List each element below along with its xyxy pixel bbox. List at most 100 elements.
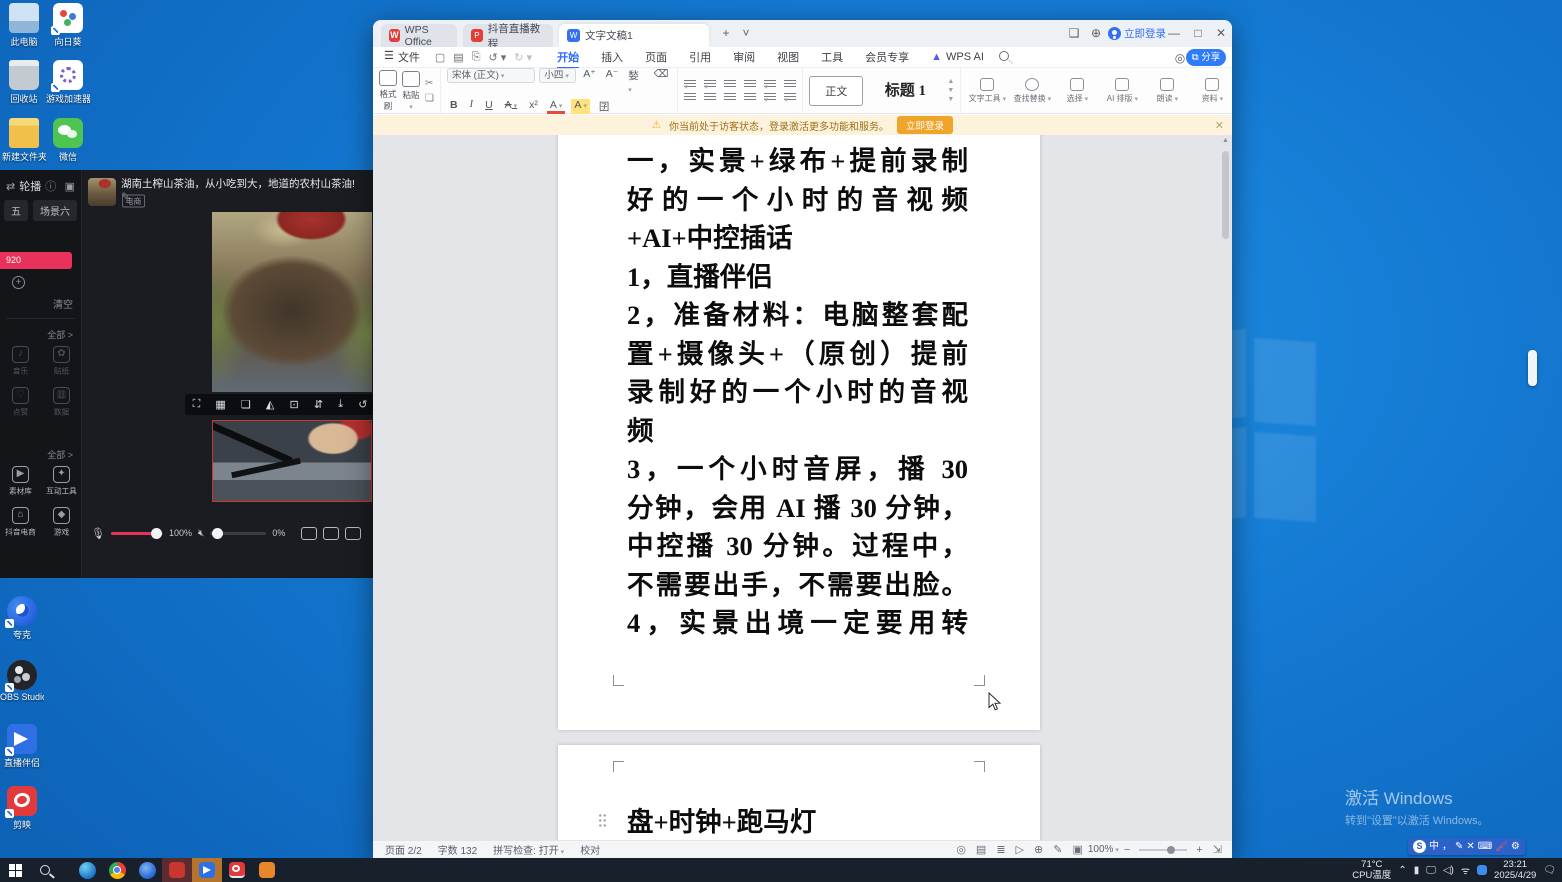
desktop-icon-recycle-bin[interactable]: 回收站 (2, 60, 46, 105)
vertical-scrollbar[interactable]: ▲ (1221, 137, 1230, 838)
new-tab-button[interactable]: + (717, 25, 735, 41)
video-preview-main[interactable] (212, 212, 372, 392)
clear-button[interactable]: 清空 (53, 296, 73, 311)
zoom-slider[interactable] (1139, 849, 1187, 851)
tool-media-library[interactable]: ▶素材库 (0, 466, 41, 497)
cut-icon[interactable]: ✂ (425, 78, 434, 89)
taskbar-red-app-active[interactable] (162, 858, 192, 882)
style-up-icon[interactable]: ▲ (947, 78, 954, 85)
notice-login-button[interactable]: 立即登录 (897, 116, 953, 134)
line-spacing-icon[interactable] (764, 93, 776, 102)
video-preview-selected[interactable] (212, 420, 372, 502)
bullet-list-icon[interactable] (684, 80, 696, 89)
clear-format-icon[interactable]: ⌫ (651, 68, 672, 95)
style-more-icon[interactable]: ▼ (947, 96, 954, 103)
start-button[interactable] (0, 858, 30, 882)
ime-language-bar[interactable]: S 中 ， ✎ ✕ ⌨︎ 🖌︎ ⚙︎ (1408, 838, 1525, 855)
eye-protect-icon[interactable]: ◎ (951, 843, 971, 856)
fullscreen-icon[interactable]: ⇲ (1208, 843, 1232, 856)
print-icon[interactable]: ▤ (449, 51, 467, 64)
fit-page-icon[interactable]: ▣ (1067, 843, 1087, 856)
redo-icon[interactable]: ↻ ▾ (510, 51, 536, 64)
screen-edge-handle[interactable] (1528, 350, 1537, 386)
scene-tab-6[interactable]: 场景六 (33, 200, 77, 221)
notice-close-icon[interactable]: ✕ (1215, 119, 1224, 132)
align-right-icon[interactable] (724, 93, 736, 102)
resources-button[interactable]: 资料 (1192, 78, 1232, 104)
close-button[interactable]: ✕ (1212, 25, 1230, 41)
decrease-indent-icon[interactable] (724, 80, 736, 89)
select-button[interactable]: 选择 (1057, 78, 1097, 104)
search-icon[interactable] (995, 51, 1013, 64)
export-icon[interactable]: ⎘ (468, 51, 485, 64)
tool-stats[interactable]: ▥数据 (41, 387, 82, 418)
scene-tab-partial[interactable]: 五 (4, 200, 28, 221)
find-replace-button[interactable]: 查找替换 (1012, 78, 1052, 104)
share-button[interactable]: ⧉ 分享 (1186, 49, 1226, 66)
tab-wps-office[interactable]: W WPS Office (381, 24, 457, 47)
taskbar-browser-blue[interactable] (132, 858, 162, 882)
superscript-button[interactable]: x² (526, 99, 541, 114)
font-name-select[interactable]: 宋体 (正文) (447, 68, 535, 83)
zoom-level[interactable]: 100% (1088, 844, 1119, 855)
increase-indent-icon[interactable] (744, 80, 756, 89)
tab-pdf-doc[interactable]: P 抖音直播教程 (463, 24, 553, 47)
shading-icon[interactable] (784, 93, 796, 102)
tab-list-button[interactable]: ˅ (737, 25, 755, 41)
scroll-up-icon[interactable]: ▲ (1221, 137, 1230, 144)
notification-center-icon[interactable]: 🗨︎ (1543, 865, 1556, 876)
desktop-icon-booster[interactable]: 游戏加速器 (46, 60, 90, 105)
font-size-select[interactable]: 小四 (539, 68, 576, 83)
italic-button[interactable]: I (467, 99, 477, 114)
page-view-icon[interactable]: ▤ (971, 843, 991, 856)
menu-file[interactable]: ☰文件 (373, 49, 431, 65)
tool-games[interactable]: ◆游戏 (41, 507, 82, 538)
show-marks-icon[interactable] (784, 80, 796, 89)
tab-text-document[interactable]: W 文字文稿1 (559, 24, 709, 47)
read-aloud-button[interactable]: 朗读 (1147, 78, 1187, 104)
taskbar-edge[interactable] (72, 858, 102, 882)
menu-insert[interactable]: 插入 (590, 49, 634, 65)
justify-icon[interactable] (744, 93, 756, 102)
menu-review[interactable]: 审阅 (722, 49, 766, 65)
menu-wps-ai[interactable]: ▲ WPS AI (920, 51, 995, 63)
desktop-icon-live-companion[interactable]: 直播伴侣 (0, 724, 44, 769)
playlist-selected-item[interactable]: 920 (0, 252, 72, 269)
crop-icon[interactable]: ⊡ (290, 398, 299, 411)
paste-button[interactable]: 粘贴 (402, 71, 420, 111)
desktop-icon-folder[interactable]: 新建文件夹 (2, 118, 46, 163)
bold-button[interactable]: B (447, 99, 461, 114)
ime-skin-brush-icon[interactable]: 🖌︎ (1495, 838, 1508, 855)
menu-reference[interactable]: 引用 (678, 49, 722, 65)
ime-punct-icon[interactable]: ， (1442, 838, 1452, 855)
duplicate-icon[interactable]: ❏ (241, 398, 251, 411)
popout-icon[interactable]: ▣ (65, 180, 75, 193)
edit-mode-icon[interactable]: ✎ (1048, 843, 1067, 856)
tray-expand-icon[interactable]: ⌃ (1398, 865, 1406, 876)
document-page-2[interactable]: 盘+时钟+跑马灯 (558, 745, 1040, 840)
undo-icon[interactable]: ↺ ▾ (485, 51, 511, 64)
add-icon[interactable]: + (12, 276, 25, 289)
camera-icon[interactable] (323, 527, 339, 540)
maximize-button[interactable]: □ (1189, 25, 1207, 41)
text-tools-button[interactable]: 文字工具 (967, 78, 1007, 104)
desktop-icon-wechat[interactable]: 微信 (46, 118, 90, 163)
taskbar-jianying[interactable] (222, 858, 252, 882)
play-view-icon[interactable]: ▷ (1011, 843, 1029, 856)
tray-display-icon[interactable]: 🖵︎ (1426, 865, 1436, 876)
style-heading1[interactable]: 标题 1 (868, 74, 942, 108)
speaker-volume-slider[interactable] (210, 532, 266, 535)
proofread-button[interactable]: 校对 (564, 842, 600, 857)
desktop-icon-jianying[interactable]: 剪映 (0, 786, 44, 831)
number-list-icon[interactable] (704, 80, 716, 89)
mic-volume-slider[interactable] (111, 532, 163, 535)
screen-share-icon[interactable] (345, 527, 361, 540)
desktop-icon-obs[interactable]: OBS Studio (0, 660, 44, 702)
style-normal[interactable]: 正文 (809, 76, 863, 106)
tray-bluetooth-icon[interactable] (1477, 865, 1487, 875)
style-down-icon[interactable]: ▼ (947, 87, 954, 94)
save-icon[interactable]: ▢ (431, 51, 449, 64)
desktop-icon-this-pc[interactable]: 此电脑 (2, 3, 46, 48)
zoom-in-icon[interactable]: + (1191, 844, 1207, 856)
menu-member[interactable]: 会员专享 (854, 49, 920, 65)
